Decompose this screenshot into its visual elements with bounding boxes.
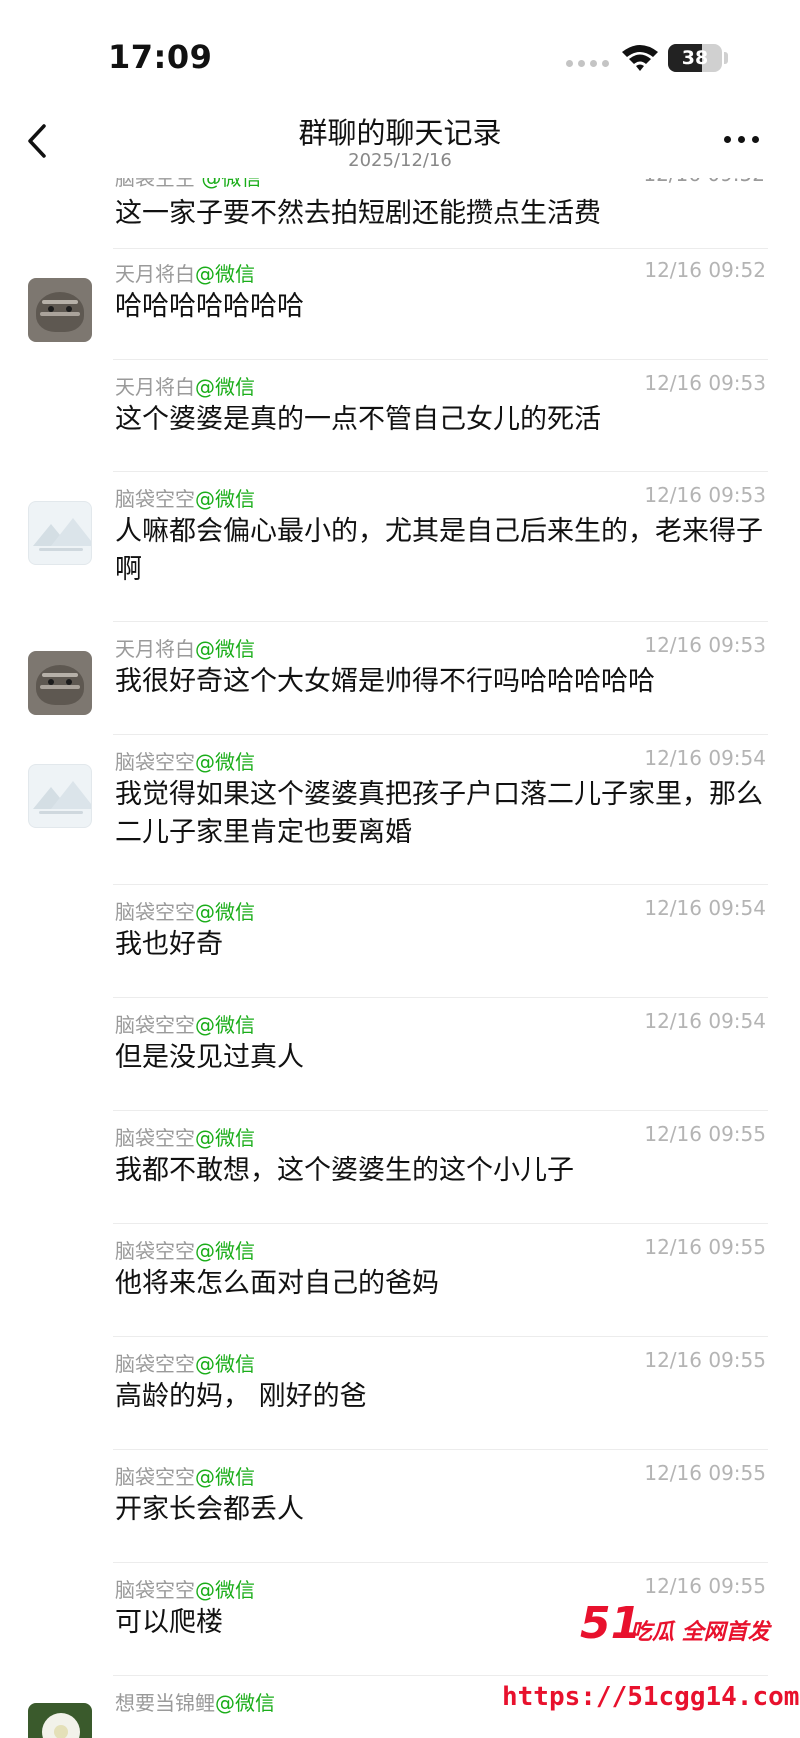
message-time: 12/16 09:53: [644, 483, 766, 507]
sender-name: 脑袋空空@微信: [115, 1126, 255, 1150]
watermark: 51 吃瓜 全网首发 https://51cgg14.com: [490, 1598, 800, 1738]
cellular-signal-icon: [566, 60, 610, 68]
back-arrow-icon[interactable]: [18, 118, 58, 164]
message-time: 12/16 09:53: [644, 633, 766, 657]
message-text: 开家长会都丢人: [115, 1494, 304, 1525]
divider: [113, 1449, 768, 1450]
message-time: 12/16 09:55: [644, 1574, 766, 1598]
divider: [113, 1336, 768, 1337]
message-time: 12/16 09:54: [644, 896, 766, 920]
message-text: 哈哈哈哈哈哈哈: [115, 291, 304, 322]
cat-avatar[interactable]: [28, 278, 92, 342]
watermark-url: https://51cgg14.com: [502, 1682, 800, 1712]
sender-name: 脑袋空空@微信: [115, 750, 255, 774]
message-text: 这个婆婆是真的一点不管自己女儿的死活: [115, 404, 601, 435]
message-time: 12/16 09:54: [644, 1009, 766, 1033]
divider: [113, 1562, 768, 1563]
sender-name: 想要当锦鲤@微信: [115, 1691, 275, 1715]
battery-icon: 38: [668, 44, 722, 72]
sender-name: 脑袋空空@微信: [115, 1352, 255, 1376]
cat-avatar[interactable]: [28, 651, 92, 715]
sender-name: 天月将白@微信: [115, 375, 255, 399]
mountain-avatar[interactable]: [28, 764, 92, 828]
sender-name: 天月将白@微信: [115, 262, 255, 286]
divider: [113, 1223, 768, 1224]
battery-cap-icon: [724, 52, 728, 64]
message-time: 12/16 09:55: [644, 1122, 766, 1146]
sender-name: 脑袋空空@微信: [115, 1239, 255, 1263]
divider: [113, 471, 768, 472]
divider: [113, 621, 768, 622]
message-time: 12/16 09:54: [644, 746, 766, 770]
chat-record-list[interactable]: 脑袋空空 @微信12/16 09:52 这一家子要不然去拍短剧还能攒点生活费 天…: [0, 178, 800, 1738]
flower-avatar[interactable]: [28, 1703, 92, 1738]
sender-name: 脑袋空空@微信: [115, 1013, 255, 1037]
message-text: 我觉得如果这个婆婆真把孩子户口落二儿子家里，那么二儿子家里肯定也要离婚: [115, 779, 763, 848]
nav-bar: 群聊的聊天记录 2025/12/16: [0, 100, 800, 178]
page-title: 群聊的聊天记录: [298, 116, 502, 150]
more-options-icon[interactable]: [712, 124, 772, 154]
message-time: 12/16 09:55: [644, 1461, 766, 1485]
sender-name: 脑袋空空@微信: [115, 1465, 255, 1489]
status-time: 17:09: [108, 38, 213, 76]
divider: [113, 997, 768, 998]
message-text: 我都不敢想，这个婆婆生的这个小儿子: [115, 1155, 574, 1186]
message-time: 12/16 09:53: [644, 371, 766, 395]
watermark-slogan: 吃瓜 全网首发: [630, 1620, 770, 1645]
sender-name: 脑袋空空@微信: [115, 1578, 255, 1602]
message-text: 但是没见过真人: [115, 1042, 304, 1073]
page-subtitle-date: 2025/12/16: [348, 150, 452, 171]
message-text: 我也好奇: [115, 929, 223, 960]
sender-name: 脑袋空空@微信: [115, 487, 255, 511]
divider: [113, 359, 768, 360]
message-text: 我很好奇这个大女婿是帅得不行吗哈哈哈哈哈: [115, 666, 655, 697]
message-text: 他将来怎么面对自己的爸妈: [115, 1268, 439, 1299]
wifi-icon: [622, 45, 658, 71]
divider: [113, 1110, 768, 1111]
divider: [113, 248, 768, 249]
message-text: 人嘛都会偏心最小的，尤其是自己后来生的，老来得子啊: [115, 516, 763, 585]
divider: [113, 734, 768, 735]
message-time: 12/16 09:55: [644, 1348, 766, 1372]
sender-name: 天月将白@微信: [115, 637, 255, 661]
message-time: 12/16 09:55: [644, 1235, 766, 1259]
divider: [113, 884, 768, 885]
partial-message-header: 脑袋空空 @微信12/16 09:52: [115, 178, 765, 190]
battery-level: 38: [681, 47, 709, 69]
partial-message-text: 这一家子要不然去拍短剧还能攒点生活费: [115, 198, 601, 229]
mountain-avatar[interactable]: [28, 501, 92, 565]
message-text: 高龄的妈， 刚好的爸: [115, 1381, 367, 1412]
sender-name: 脑袋空空@微信: [115, 900, 255, 924]
status-bar: 17:09 38: [0, 0, 800, 100]
message-time: 12/16 09:52: [644, 258, 766, 282]
